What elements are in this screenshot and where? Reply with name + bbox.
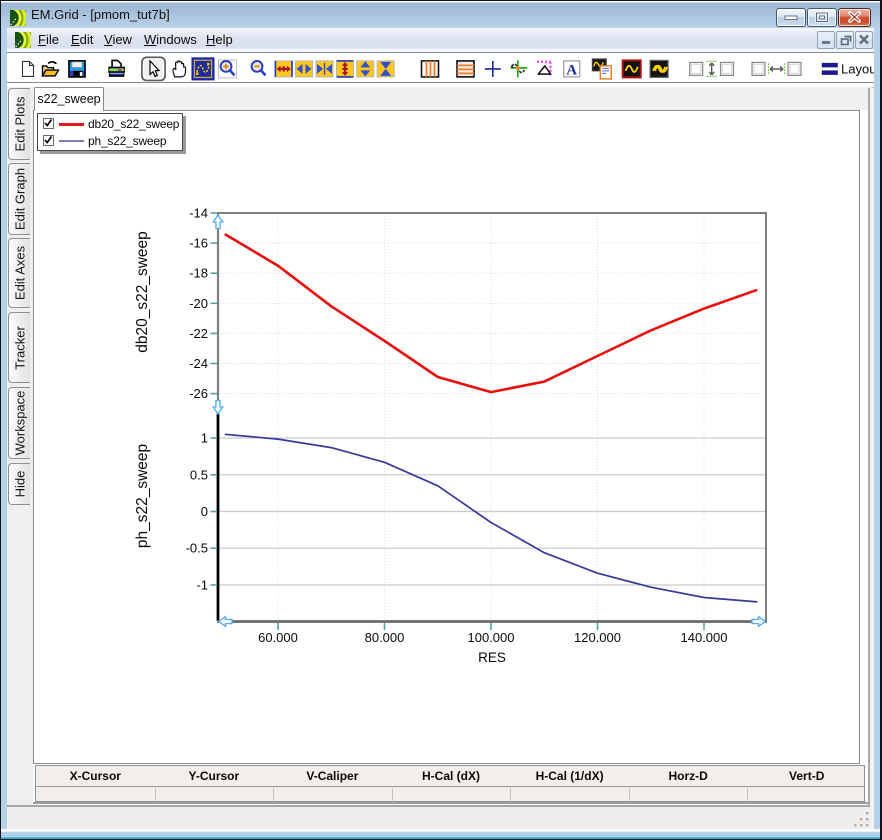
- svg-text:db20_s22_sweep: db20_s22_sweep: [134, 231, 151, 353]
- svg-text:-0.5: -0.5: [186, 541, 208, 556]
- svg-text:60.000: 60.000: [258, 630, 298, 645]
- svg-text:-14: -14: [189, 206, 208, 221]
- svg-text:-24: -24: [189, 356, 208, 371]
- svg-text:-18: -18: [189, 266, 208, 281]
- svg-text:1: 1: [201, 431, 208, 446]
- svg-text:140.000: 140.000: [681, 630, 728, 645]
- svg-text:RES: RES: [478, 650, 506, 665]
- svg-text:-16: -16: [189, 236, 208, 251]
- svg-text:-1: -1: [196, 578, 208, 593]
- svg-text:Layout: Layout: [841, 61, 874, 76]
- svg-text:0.5: 0.5: [190, 467, 208, 482]
- svg-text:A: A: [566, 62, 577, 78]
- svg-text:0: 0: [201, 504, 208, 519]
- svg-text:120.000: 120.000: [574, 630, 621, 645]
- svg-text:100.000: 100.000: [468, 630, 515, 645]
- svg-text:-20: -20: [189, 296, 208, 311]
- svg-text:-22: -22: [189, 326, 208, 341]
- svg-text:80.000: 80.000: [365, 630, 405, 645]
- svg-text:ph_s22_sweep: ph_s22_sweep: [134, 444, 151, 548]
- svg-text:-26: -26: [189, 386, 208, 401]
